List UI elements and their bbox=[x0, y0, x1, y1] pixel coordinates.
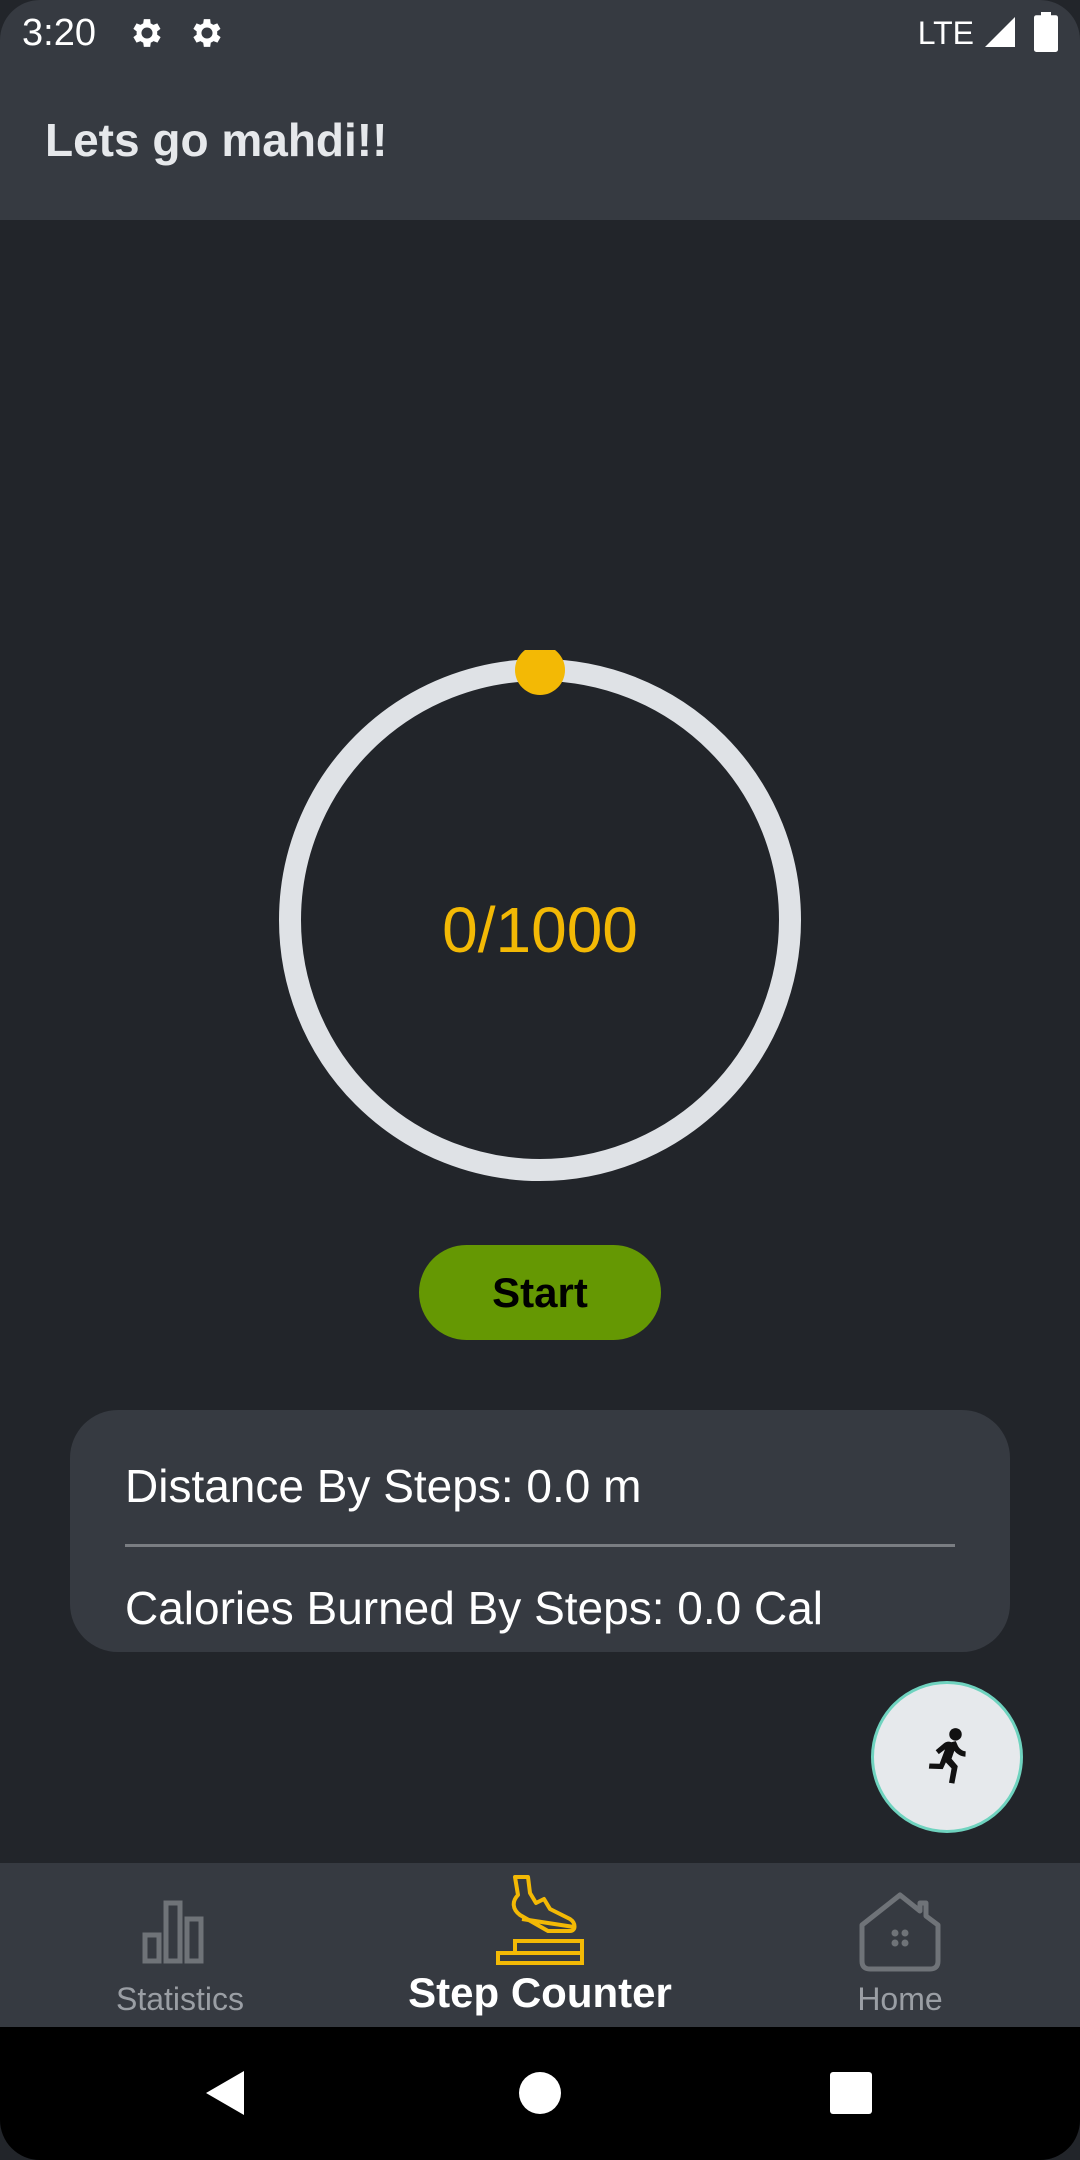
home-circle-icon[interactable] bbox=[504, 2057, 576, 2129]
stats-card: Distance By Steps: 0.0 m Calories Burned… bbox=[70, 1410, 1010, 1652]
status-bar: 3:20 LTE bbox=[0, 0, 1080, 66]
status-time: 3:20 bbox=[22, 12, 96, 54]
signal-icon bbox=[985, 17, 1015, 47]
nav-label-step-counter: Step Counter bbox=[408, 1969, 672, 2016]
distance-text: Distance By Steps: 0.0 m bbox=[125, 1460, 642, 1512]
network-type: LTE bbox=[917, 15, 974, 51]
system-nav-bar bbox=[0, 2027, 1080, 2160]
bottom-nav: Statistics Step Counter Home bbox=[0, 1863, 1080, 2027]
calories-text: Calories Burned By Steps: 0.0 Cal bbox=[125, 1582, 824, 1634]
sneaker-step-icon bbox=[496, 1875, 584, 1965]
screen: 3:20 LTE Lets go mahdi!! 0/1000 Start Di… bbox=[0, 0, 1080, 2160]
gear-icon bbox=[193, 19, 221, 47]
home-icon bbox=[859, 1892, 941, 1972]
battery-icon bbox=[1034, 12, 1058, 52]
recents-icon[interactable] bbox=[815, 2057, 887, 2129]
nav-label-home: Home bbox=[857, 1981, 943, 2017]
running-person-icon bbox=[928, 1728, 966, 1784]
gear-icon bbox=[133, 19, 161, 47]
nav-item-statistics[interactable]: Statistics bbox=[0, 1863, 360, 2027]
bar-chart-icon bbox=[142, 1900, 204, 1964]
nav-item-home[interactable]: Home bbox=[720, 1863, 1080, 2027]
back-icon[interactable] bbox=[190, 2057, 262, 2129]
running-fab[interactable] bbox=[871, 1681, 1023, 1833]
progress-thumb bbox=[515, 650, 565, 695]
page-title: Lets go mahdi!! bbox=[45, 114, 388, 166]
step-count-text: 0/1000 bbox=[442, 894, 638, 966]
start-button[interactable]: Start bbox=[419, 1245, 661, 1340]
app-bar: Lets go mahdi!! bbox=[0, 66, 1080, 220]
divider bbox=[125, 1544, 955, 1547]
nav-item-step-counter[interactable]: Step Counter bbox=[360, 1863, 720, 2027]
nav-label-statistics: Statistics bbox=[115, 1981, 245, 2017]
